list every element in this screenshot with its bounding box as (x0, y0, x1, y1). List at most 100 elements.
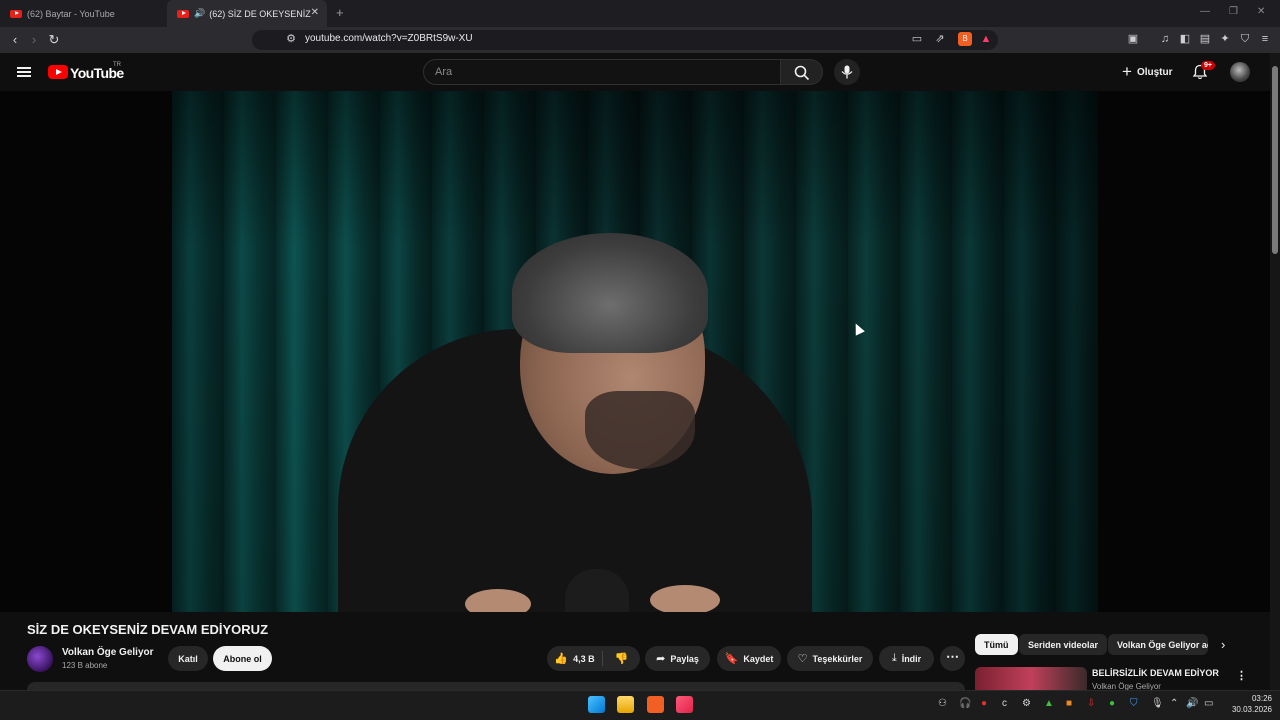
tab-title: (62) Baytar - YouTube (27, 8, 115, 19)
search-icon (794, 65, 810, 81)
dislike-button[interactable]: 👎 (603, 652, 640, 665)
create-button[interactable]: + Oluştur (1118, 59, 1178, 85)
clock-date: 30.03.2026 (1231, 705, 1272, 714)
save-label: Kaydet (743, 653, 774, 664)
tray-chevron-icon[interactable]: ⌃ (1170, 698, 1178, 709)
tray-green-icon[interactable]: ● (1109, 698, 1115, 709)
close-tab-icon[interactable]: ✕ (311, 7, 319, 18)
subscriber-count: 123 B abone (62, 661, 108, 670)
tray-c-icon[interactable]: c (1002, 698, 1007, 709)
chip-all[interactable]: Tümü (975, 634, 1018, 655)
thanks-label: Teşekkürler (812, 653, 863, 664)
youtube-favicon-icon (10, 9, 22, 18)
wallet-icon[interactable]: ▣ (1126, 32, 1140, 46)
chip-label: Seriden videolar (1028, 639, 1099, 650)
brave-shields-icon[interactable]: B (958, 32, 972, 46)
system-clock[interactable]: 03:26 30.03.2026 (1224, 693, 1272, 715)
subscribe-button[interactable]: Abone ol (213, 646, 272, 671)
channel-avatar[interactable] (27, 646, 53, 672)
youtube-favicon-icon (177, 9, 189, 18)
vpn-icon[interactable]: ⛉ (1238, 32, 1252, 46)
url-text[interactable]: youtube.com/watch?v=Z0BRtS9w-XU (305, 33, 473, 44)
browser-tab-active[interactable]: 🔊 (62) SİZ DE OKEYSENİZ DEVA ✕ (167, 0, 327, 27)
voice-search-button[interactable] (834, 59, 860, 85)
thumbs-down-icon: 👎 (614, 653, 629, 665)
share-page-icon[interactable]: ⇗ (933, 32, 947, 46)
like-button[interactable]: 👍 4,3 B (547, 651, 603, 666)
reload-icon[interactable]: ↻ (46, 32, 62, 48)
like-dislike-group: 👍 4,3 B 👎 (547, 646, 640, 671)
share-button[interactable]: ➦ Paylaş (645, 646, 710, 671)
speaker-icon[interactable]: 🔊 (194, 8, 205, 19)
subscribe-label: Abone ol (223, 653, 262, 664)
tray-red-icon[interactable]: ● (981, 698, 987, 709)
site-info-icon[interactable]: ⚙ (284, 32, 298, 46)
youtube-header: YouTube TR + Oluştur 9+ (0, 53, 1270, 91)
browser-tab-inactive[interactable]: (62) Baytar - YouTube (0, 0, 165, 27)
tray-orange-icon[interactable]: ■ (1066, 698, 1072, 709)
music-app-icon[interactable] (676, 696, 693, 713)
save-button[interactable]: 🔖 Kaydet (717, 646, 781, 671)
recommendation-channel[interactable]: Volkan Öge Geliyor (1092, 682, 1161, 690)
video-subject-left-hand (465, 589, 531, 612)
chip-label: Volkan Öge Geliyor ad (1117, 639, 1208, 650)
search-button[interactable] (781, 59, 823, 85)
new-tab-button[interactable]: + (336, 5, 344, 20)
download-label: İndir (901, 653, 922, 664)
join-label: Katıl (178, 653, 198, 664)
video-subject-hair (512, 233, 708, 353)
video-title: SİZ DE OKEYSENİZ DEVAM EDİYORUZ (27, 622, 269, 637)
tray-shield-icon[interactable]: ⛉ (1130, 698, 1138, 709)
clock-time: 03:26 (1251, 694, 1272, 703)
battery-icon[interactable]: ▭ (1204, 698, 1213, 709)
plus-icon: + (1122, 62, 1132, 81)
create-label: Oluştur (1136, 66, 1173, 78)
join-button[interactable]: Katıl (168, 646, 208, 671)
brave-rewards-icon[interactable]: ▲ (979, 32, 993, 46)
maximize-icon[interactable]: ❐ (1229, 6, 1238, 17)
close-window-icon[interactable]: ✕ (1257, 6, 1265, 17)
media-icon[interactable]: ♫ (1158, 32, 1172, 46)
channel-name[interactable]: Volkan Öge Geliyor (62, 647, 154, 658)
scrollbar-thumb[interactable] (1272, 66, 1278, 254)
back-icon[interactable]: ‹ (7, 32, 23, 47)
recommendation-thumbnail[interactable] (975, 667, 1087, 690)
notification-badge: 9+ (1201, 61, 1215, 70)
nvidia-icon[interactable]: ▲ (1044, 698, 1054, 709)
recommendation-title[interactable]: BELİRSİZLİK DEVAM EDİYOR (1092, 668, 1219, 678)
tray-mic-icon[interactable]: 🎙 (1151, 698, 1164, 709)
recommendation-menu-icon[interactable]: ⋮ (1236, 669, 1247, 682)
more-actions-button[interactable]: ⋯ (940, 646, 965, 671)
chip-channel[interactable]: Volkan Öge Geliyor ad (1108, 634, 1208, 655)
forward-icon[interactable]: › (26, 32, 42, 47)
description-box[interactable] (27, 682, 965, 690)
browser-tab-bar: (62) Baytar - YouTube 🔊 (62) SİZ DE OKEY… (0, 0, 1280, 27)
menu-icon[interactable]: ≡ (1258, 32, 1272, 46)
wallet2-icon[interactable]: ▤ (1198, 32, 1212, 46)
file-explorer-icon[interactable] (617, 696, 634, 713)
account-avatar[interactable] (1230, 62, 1250, 82)
youtube-logo-icon[interactable] (48, 65, 68, 79)
leo-ai-icon[interactable]: ✦ (1218, 32, 1232, 46)
video-player[interactable] (0, 91, 1270, 612)
tray-arrow-icon[interactable]: ⇩ (1087, 698, 1095, 709)
cast-icon[interactable]: ▭ (910, 32, 924, 46)
brave-browser-icon[interactable] (647, 696, 664, 713)
volume-icon[interactable]: 🔊 (1186, 698, 1198, 709)
chip-series[interactable]: Seriden videolar (1019, 634, 1108, 655)
headphones-icon[interactable]: 🎧 (959, 698, 971, 709)
like-count: 4,3 B (573, 653, 595, 664)
thanks-button[interactable]: ♡ Teşekkürler (787, 646, 873, 671)
windows-start-icon[interactable] (588, 696, 605, 713)
minimize-icon[interactable]: — (1200, 6, 1210, 17)
address-bar: ‹ › ↻ ⚑ (0, 27, 1280, 53)
chevron-right-icon[interactable]: › (1221, 637, 1225, 652)
download-button[interactable]: ⤓ İndir (879, 646, 934, 671)
country-code: TR (113, 62, 121, 68)
hamburger-menu-icon[interactable] (17, 67, 31, 77)
tray-gear-icon[interactable]: ⚙ (1022, 698, 1031, 709)
chip-label: Tümü (984, 639, 1009, 650)
tray-app-icon[interactable]: ⚇ (938, 698, 947, 709)
search-input[interactable] (424, 60, 754, 84)
sidebar-toggle-icon[interactable]: ◧ (1178, 32, 1192, 46)
